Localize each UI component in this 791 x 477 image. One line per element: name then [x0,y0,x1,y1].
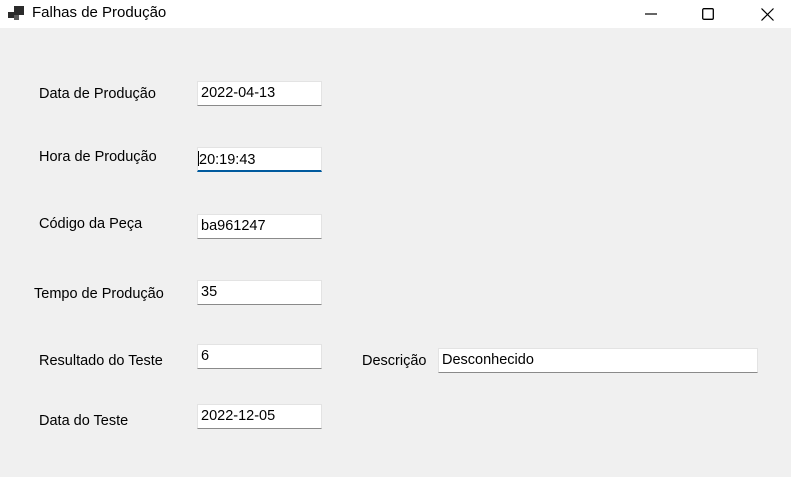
tempo-producao-label: Tempo de Produção [34,286,164,302]
descricao-value: Desconhecido [442,352,534,368]
window-title: Falhas de Produção [32,4,167,21]
app-icon [8,6,24,20]
resultado-teste-label: Resultado do Teste [39,353,163,369]
codigo-peca-field[interactable]: ba961247 [197,214,322,239]
hora-producao-value: 20:19:43 [199,152,256,168]
main-window: Falhas de Produção Data de Produção 2022… [0,0,791,477]
data-teste-label: Data do Teste [39,413,129,429]
data-producao-field[interactable]: 2022-04-13 [197,81,322,106]
data-producao-label: Data de Produção [39,86,156,102]
codigo-peca-label: Código da Peça [39,216,143,232]
tempo-producao-value: 35 [201,284,218,300]
maximize-icon [702,8,714,20]
hora-producao-label: Hora de Produção [39,149,157,165]
descricao-label: Descrição [362,353,427,369]
close-button[interactable] [743,0,791,28]
data-producao-value: 2022-04-13 [201,85,276,101]
close-icon [760,7,774,21]
minimize-icon [645,13,657,15]
resultado-teste-value: 6 [201,348,210,364]
data-teste-field[interactable]: 2022-12-05 [197,404,322,429]
maximize-button[interactable] [684,0,732,28]
tempo-producao-field[interactable]: 35 [197,280,322,305]
codigo-peca-value: ba961247 [201,218,266,234]
title-bar[interactable]: Falhas de Produção [0,0,791,28]
data-teste-value: 2022-12-05 [201,408,276,424]
resultado-teste-field[interactable]: 6 [197,344,322,369]
minimize-button[interactable] [627,0,675,28]
descricao-field[interactable]: Desconhecido [438,348,758,373]
hora-producao-field[interactable]: 20:19:43 [197,147,322,172]
